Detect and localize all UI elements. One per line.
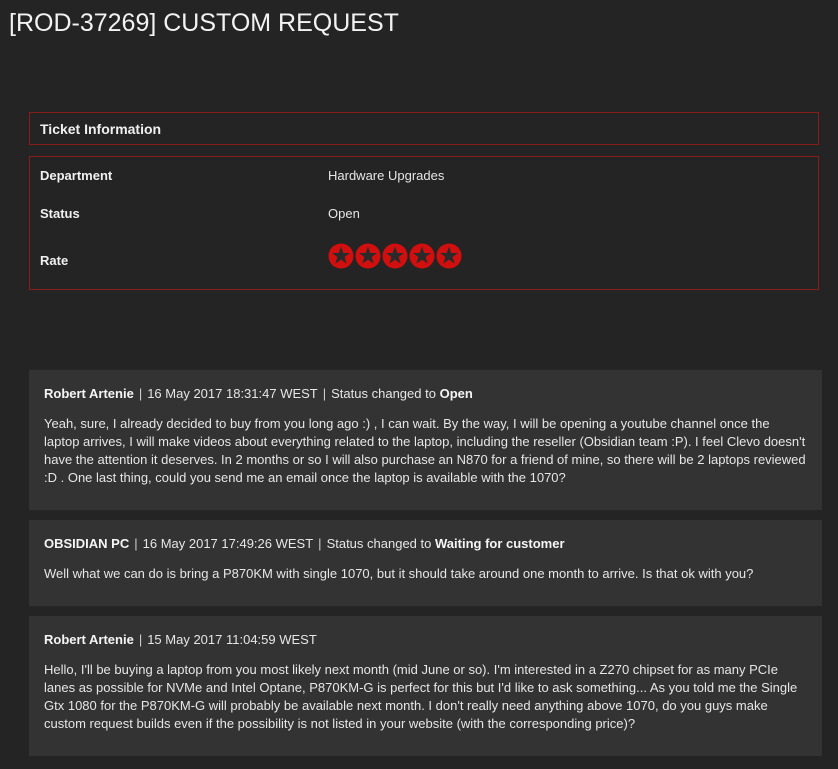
message-body: Well what we can do is bring a P870KM wi… [44,566,754,581]
separator: | [134,536,138,551]
status-change-value: Waiting for customer [435,536,565,551]
star-icon-5[interactable] [436,243,462,269]
message-body: Hello, I'll be buying a laptop from you … [44,662,798,731]
status-change-value: Open [439,386,473,401]
ticket-info-panel: Department Hardware Upgrades Status Open… [29,156,819,290]
separator: | [322,386,327,401]
message-author: Robert Artenie [44,386,134,401]
message-body: Yeah, sure, I already decided to buy fro… [44,416,806,485]
message-item: OBSIDIAN PC | 16 May 2017 17:49:26 WEST | St… [29,520,822,606]
rate-label: Rate [40,253,69,268]
message-meta: OBSIDIAN PC | 16 May 2017 17:49:26 WEST | St… [44,536,807,552]
page-title: [ROD-37269] CUSTOM REQUEST [9,9,399,37]
message-meta: Robert Artenie | 15 May 2017 11:04:59 WEST [44,632,807,648]
department-label: Department [40,168,113,183]
message-author: Robert Artenie [44,632,134,647]
ticket-info-header: Ticket Information [29,112,819,145]
star-icon-1[interactable] [328,243,354,269]
status-label: Status [40,206,80,221]
star-icon-2[interactable] [355,243,381,269]
message-meta: Robert Artenie | 16 May 2017 18:31:47 WEST… [44,386,807,402]
message-timestamp: 15 May 2017 11:04:59 WEST [147,632,317,647]
separator: | [138,386,143,401]
rating-stars[interactable] [328,243,462,269]
separator: | [318,536,322,551]
message-author: OBSIDIAN PC [44,536,130,551]
status-value: Open [328,206,360,221]
message-item: Robert Artenie | 16 May 2017 18:31:47 WEST… [29,370,822,510]
message-timestamp: 16 May 2017 17:49:26 WEST [142,536,314,551]
message-item: Robert Artenie | 15 May 2017 11:04:59 WEST… [29,616,822,756]
status-change-prefix: Status changed to [331,386,436,401]
ticket-info-title: Ticket Information [40,121,162,137]
message-timestamp: 16 May 2017 18:31:47 WEST [147,386,318,401]
separator: | [138,632,143,647]
star-icon-4[interactable] [409,243,435,269]
star-icon-3[interactable] [382,243,408,269]
department-value: Hardware Upgrades [328,168,445,183]
status-change-prefix: Status changed to [326,536,432,551]
